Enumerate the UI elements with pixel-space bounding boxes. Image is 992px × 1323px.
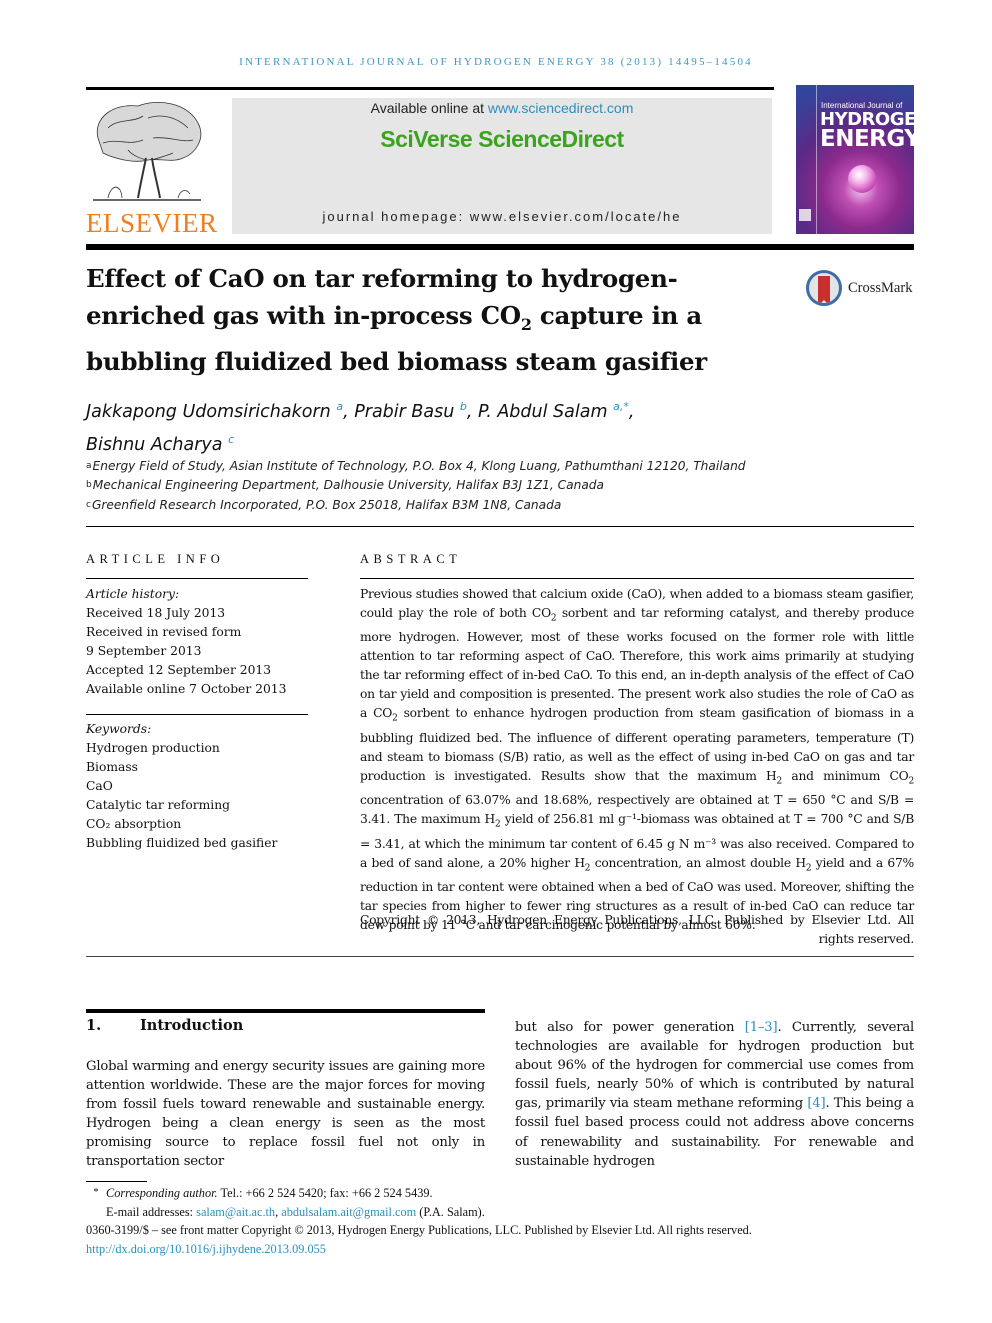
abstract-fragment: concentration, an almost double H: [590, 855, 806, 870]
article-history: Article history: Received 18 July 2013 R…: [86, 585, 308, 699]
issn-line: 0360-3199/$ – see front matter Copyright…: [86, 1223, 752, 1237]
author-affiliation-link[interactable]: b: [460, 400, 467, 413]
abstract-copyright: Copyright © 2013, Hydrogen Energy Public…: [360, 913, 914, 946]
email-link[interactable]: abdulsalam.ait@gmail.com: [281, 1205, 416, 1219]
author-name: Prabir Basu: [354, 401, 455, 422]
crossmark-icon: [806, 270, 842, 306]
history-item: Available online 7 October 2013: [86, 682, 287, 696]
affiliation-mark: c: [86, 499, 91, 510]
section-heading-introduction: 1. Introduction: [86, 1017, 243, 1034]
keyword-item: Bubbling fluidized bed gasifier: [86, 836, 278, 850]
keywords-divider: [86, 714, 308, 715]
author-list: Jakkapong Udomsirichakorn a, Prabir Basu…: [86, 393, 806, 459]
crossmark-label: CrossMark: [848, 279, 913, 296]
history-heading: Article history:: [86, 587, 180, 601]
citation-link[interactable]: [1–3]: [745, 1020, 778, 1035]
affiliation-item: cGreenfield Research Incorporated, P.O. …: [86, 496, 906, 515]
intro-column-2: but also for power generation [1–3]. Cur…: [515, 1018, 914, 1171]
keyword-item: Catalytic tar reforming: [86, 798, 230, 812]
title-text: capture in a: [531, 301, 702, 330]
intro-fragment: but also for power generation: [515, 1020, 745, 1035]
sciverse-brand[interactable]: SciVerse ScienceDirect: [232, 126, 772, 153]
section-rule: [86, 1009, 485, 1013]
email-note: E-mail addresses: salam@ait.ac.th, abdul…: [86, 1203, 916, 1222]
elsevier-logo[interactable]: ELSEVIER: [86, 98, 217, 238]
author-name: Bishnu Acharya: [86, 434, 223, 455]
affiliation-item: bMechanical Engineering Department, Dalh…: [86, 476, 906, 495]
title-line: enriched gas with in-process CO2 capture…: [86, 297, 776, 343]
email-link[interactable]: salam@ait.ac.th: [196, 1205, 275, 1219]
author-separator: ,: [343, 401, 355, 422]
available-online-prefix: Available online at: [370, 100, 488, 116]
keyword-item: CO₂ absorption: [86, 817, 182, 831]
author-affiliation-link[interactable]: c: [228, 433, 234, 446]
keyword-item: CaO: [86, 779, 113, 793]
abstract-heading: ABSTRACT: [360, 552, 462, 566]
keywords-heading: Keywords:: [86, 722, 152, 736]
author-affiliation-link[interactable]: a,*: [613, 400, 629, 413]
footnotes: * Corresponding author. Tel.: +66 2 524 5…: [86, 1184, 916, 1258]
citation-link[interactable]: [4]: [807, 1096, 825, 1111]
abstract-fragment: sorbent and tar reforming catalyst, and …: [360, 606, 914, 721]
author-name: P. Abdul Salam: [478, 401, 608, 422]
sciencedirect-banner: Available online at www.sciencedirect.co…: [232, 98, 772, 234]
title-line: Effect of CaO on tar reforming to hydrog…: [86, 264, 678, 293]
author-separator: ,: [628, 401, 635, 422]
available-online-text: Available online at www.sciencedirect.co…: [232, 100, 772, 116]
history-item: Received 18 July 2013: [86, 606, 226, 620]
header-rule: [86, 244, 914, 250]
history-item: 9 September 2013: [86, 644, 202, 658]
email-suffix: (P.A. Salam).: [416, 1204, 485, 1219]
journal-homepage[interactable]: journal homepage: www.elsevier.com/locat…: [232, 209, 772, 224]
running-head: INTERNATIONAL JOURNAL OF HYDROGEN ENERGY…: [239, 56, 753, 68]
abstract-fragment: and minimum CO: [781, 768, 909, 783]
corresponding-author-note: * Corresponding author. Tel.: +66 2 524 5…: [86, 1184, 916, 1203]
cover-orb-graphic: [848, 165, 876, 193]
email-prefix: E-mail addresses:: [106, 1204, 197, 1219]
corresponding-label: Corresponding author.: [106, 1186, 218, 1200]
keyword-item: Biomass: [86, 760, 138, 774]
author-separator: ,: [466, 401, 479, 422]
section-title: Introduction: [140, 1017, 244, 1034]
affiliation-mark: b: [86, 480, 92, 491]
affiliation-text: Greenfield Research Incorporated, P.O. B…: [91, 497, 562, 512]
abstract-text: Previous studies showed that calcium oxi…: [360, 585, 914, 935]
doi-link[interactable]: http://dx.doi.org/10.1016/j.ijhydene.201…: [86, 1242, 326, 1256]
affiliation-text: Energy Field of Study, Asian Institute o…: [92, 459, 746, 473]
title-line: bubbling fluidized bed biomass steam gas…: [86, 346, 707, 376]
abstract-subscript: 2: [908, 776, 915, 787]
contact-info: Tel.: +66 2 524 5420; fax: +66 2 524 543…: [217, 1186, 433, 1200]
history-item: Accepted 12 September 2013: [86, 663, 272, 677]
abstract-end-divider: [86, 956, 914, 957]
crossmark-button[interactable]: CrossMark: [806, 268, 912, 308]
affiliation-item: aEnergy Field of Study, Asian Institute …: [86, 457, 906, 476]
elsevier-wordmark: ELSEVIER: [86, 208, 218, 238]
keywords: Keywords: Hydrogen production Biomass Ca…: [86, 720, 308, 853]
cover-badge-icon: [799, 209, 811, 221]
cover-big-title: HYDROGEN ENERGY: [820, 111, 914, 152]
cover-stripe: [816, 85, 817, 234]
affiliation-divider: [86, 526, 914, 527]
article-info-divider: [86, 578, 308, 579]
history-item: Received in revised form: [86, 625, 242, 639]
affiliation-mark: a: [86, 461, 92, 471]
affiliation-list: aEnergy Field of Study, Asian Institute …: [86, 457, 906, 515]
section-number: 1.: [86, 1017, 102, 1034]
affiliation-text: Mechanical Engineering Department, Dalho…: [92, 478, 605, 493]
footnote-divider: [86, 1181, 147, 1182]
keyword-item: Hydrogen production: [86, 741, 220, 755]
abstract-divider: [360, 578, 914, 579]
author-name: Jakkapong Udomsirichakorn: [86, 401, 331, 422]
footnote-star: *: [93, 1187, 99, 1198]
article-info-heading: ARTICLE INFO: [86, 552, 225, 566]
article-title: Effect of CaO on tar reforming to hydrog…: [86, 260, 776, 380]
cover-title-line2: ENERGY: [820, 126, 914, 152]
intro-column-1: Global warming and energy security issue…: [86, 1059, 485, 1170]
masthead-rule: [86, 87, 774, 90]
title-subscript: 2: [520, 314, 532, 334]
sciencedirect-link[interactable]: www.sciencedirect.com: [488, 100, 634, 116]
journal-cover-image[interactable]: International Journal of HYDROGEN ENERGY: [796, 85, 914, 234]
title-text: enriched gas with in-process CO: [86, 301, 521, 330]
elsevier-tree-icon: [93, 102, 202, 201]
